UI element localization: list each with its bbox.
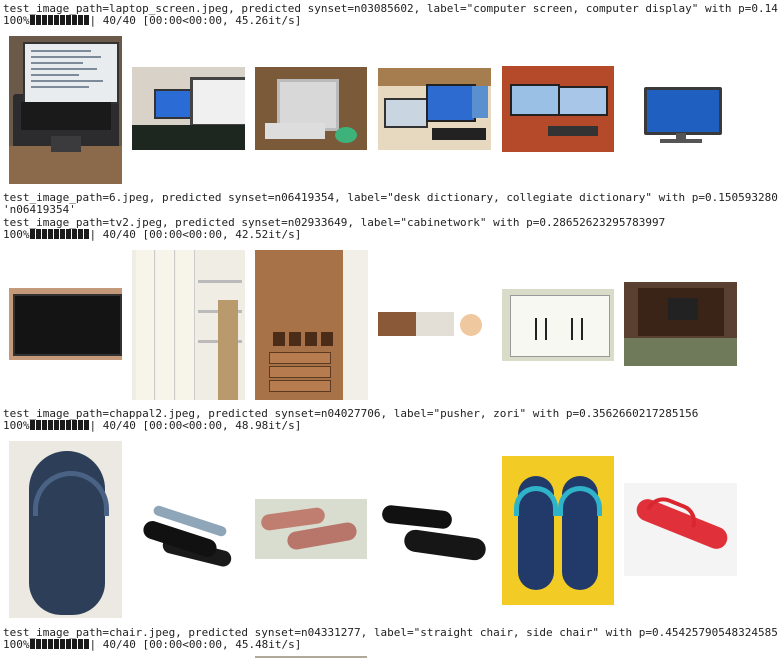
- progress-text: | 40/40 [00:00<00:00, 42.52it/s]: [89, 229, 302, 241]
- progress-bar: [29, 639, 90, 651]
- thumbnail-entertainment-center: [624, 282, 737, 366]
- thumbnail-laptop: [9, 36, 122, 184]
- thumbnail-desktop-setup-3: [378, 68, 491, 150]
- tv-result-line: test_image_path=tv2.jpeg, predicted syns…: [3, 217, 666, 229]
- dict-result-line: test_image_path=6.jpeg, predicted synset…: [3, 192, 778, 204]
- progress-percent: 100%: [3, 420, 30, 432]
- thumbnail-desktop-setup-2: [255, 67, 367, 150]
- thumbnail-desktop-setup-4: [502, 66, 614, 152]
- thumbnail-tv: [9, 288, 122, 360]
- chappal-progress-line: 100% | 40/40 [00:00<00:00, 48.98it/s]: [3, 420, 778, 432]
- progress-text: | 40/40 [00:00<00:00, 45.48it/s]: [89, 639, 302, 651]
- thumbnail-wall-panel: [502, 289, 614, 361]
- thumbnail-cabinet-1: [132, 250, 245, 400]
- thumbnail-collage: [378, 312, 491, 337]
- thumbnail-sandal-3: [255, 499, 367, 559]
- chair-progress-line: 100% | 40/40 [00:00<00:00, 45.48it/s]: [3, 639, 778, 651]
- thumbnail-sandal-6: [624, 483, 737, 576]
- thumbnail-sandal-4: [378, 490, 491, 568]
- progress-bar: [29, 15, 90, 27]
- progress-percent: 100%: [3, 15, 30, 27]
- partial-thumbnail-edge: [255, 656, 367, 658]
- thumbnail-sandal-2: [132, 500, 245, 568]
- thumbnail-cabinet-2: [255, 250, 368, 400]
- progress-text: | 40/40 [00:00<00:00, 48.98it/s]: [89, 420, 302, 432]
- progress-bar: [29, 420, 90, 432]
- progress-bar: [29, 229, 90, 241]
- progress-text: | 40/40 [00:00<00:00, 45.26it/s]: [89, 15, 302, 27]
- thumbnail-sandal-1: [9, 441, 122, 618]
- progress-percent: 100%: [3, 639, 30, 651]
- chappal-result-line: test_image_path=chappal2.jpeg, predicted…: [3, 408, 699, 420]
- laptop-progress-line: 100% | 40/40 [00:00<00:00, 45.26it/s]: [3, 15, 778, 27]
- chair-result-line: test_image_path=chair.jpeg, predicted sy…: [3, 627, 778, 639]
- tv-progress-line: 100% | 40/40 [00:00<00:00, 42.52it/s]: [3, 229, 778, 241]
- laptop-result-line: test_image_path=laptop_screen.jpeg, pred…: [3, 3, 778, 15]
- dict-wrap-line: 'n06419354': [3, 204, 76, 216]
- thumbnail-desktop-setup-1: [132, 67, 245, 150]
- thumbnail-monitor: [624, 75, 737, 145]
- progress-percent: 100%: [3, 229, 30, 241]
- thumbnail-sandal-5: [502, 456, 614, 605]
